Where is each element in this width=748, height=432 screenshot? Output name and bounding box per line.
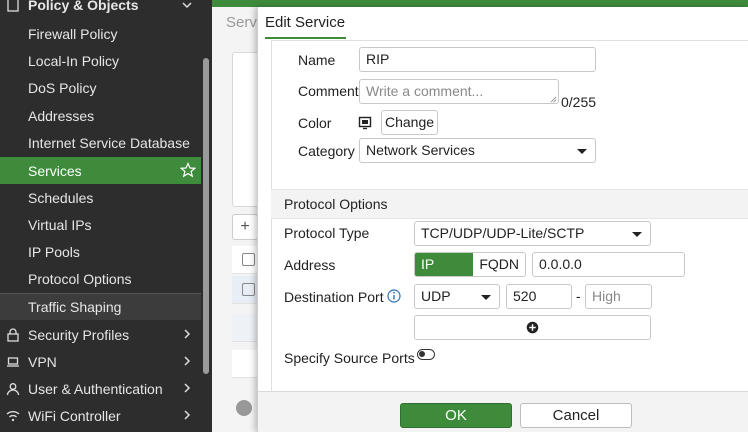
chevron-down-icon (481, 295, 491, 300)
add-port-range-button[interactable] (414, 315, 651, 340)
sidebar-item-local-in-policy[interactable]: Local-In Policy (0, 47, 201, 74)
logo-icon (236, 400, 252, 416)
chevron-down-icon (632, 232, 642, 237)
sidebar-item-protocol-options[interactable]: Protocol Options (0, 265, 201, 292)
sidebar-item-label: Internet Service Database (28, 134, 190, 151)
sidebar-section-label: VPN (28, 353, 57, 370)
comments-label: Comments (298, 83, 366, 99)
wifi-icon (6, 411, 20, 422)
color-label: Color (298, 115, 332, 131)
user-icon (6, 383, 20, 396)
category-selected-value: Network Services (366, 142, 475, 158)
protocol-type-select[interactable]: TCP/UDP/UDP-Lite/SCTP (414, 221, 651, 246)
sidebar: Policy & Objects Firewall Policy Local-I… (0, 0, 212, 432)
dialog-title: Edit Service (265, 14, 346, 31)
chevron-right-icon (184, 329, 191, 339)
destination-protocol-selected-value: UDP (421, 288, 451, 304)
edit-service-dialog: Edit Service Name RIP Comments Write a c… (257, 7, 748, 432)
plus-circle-icon (526, 321, 539, 334)
sidebar-section-vpn[interactable]: VPN (0, 348, 201, 375)
info-icon[interactable] (387, 289, 401, 303)
destination-port-high-input[interactable]: High (585, 284, 652, 309)
sidebar-item-label: DoS Policy (28, 79, 97, 96)
laptop-icon (7, 357, 19, 367)
name-label: Name (298, 52, 336, 68)
sidebar-item-ip-pools[interactable]: IP Pools (0, 238, 201, 265)
comments-textarea[interactable]: Write a comment... (359, 79, 559, 104)
lock-icon (7, 328, 19, 342)
color-swatch-icon (358, 116, 372, 130)
address-mode-toggle[interactable]: IP Range FQDN (414, 252, 526, 277)
port-range-separator: - (576, 288, 581, 304)
chevron-up-icon (182, 2, 192, 9)
sidebar-item-traffic-shaping[interactable]: Traffic Shaping (0, 293, 201, 320)
address-label: Address (284, 257, 336, 273)
category-label: Category (298, 143, 355, 159)
toggle-knob (419, 351, 425, 357)
name-input[interactable]: RIP (359, 47, 596, 72)
sidebar-section-label: Policy & Objects (28, 0, 139, 13)
sidebar-section-security-profiles[interactable]: Security Profiles (0, 321, 201, 348)
sidebar-section-label: WiFi Controller (28, 407, 121, 424)
address-mode-fqdn[interactable]: FQDN (473, 253, 525, 276)
protocol-type-label: Protocol Type (284, 225, 370, 241)
sidebar-item-label: Firewall Policy (28, 25, 118, 42)
color-change-button[interactable]: Change (381, 110, 438, 135)
sidebar-item-label: Addresses (28, 107, 95, 124)
sidebar-item-label: Schedules (28, 189, 94, 206)
specify-source-ports-toggle[interactable] (417, 349, 435, 360)
sidebar-item-label: Traffic Shaping (28, 299, 122, 315)
sidebar-item-label: Services (28, 162, 82, 179)
sidebar-item-dos-policy[interactable]: DoS Policy (0, 74, 201, 101)
sidebar-scrollbar[interactable] (203, 58, 209, 374)
chevron-right-icon (184, 356, 191, 366)
sidebar-item-label: IP Pools (28, 243, 80, 260)
cancel-button[interactable]: Cancel (520, 403, 632, 428)
sidebar-item-services[interactable]: Services (0, 157, 201, 184)
sidebar-item-internet-service-database[interactable]: Internet Service Database (0, 129, 201, 156)
sidebar-item-addresses[interactable]: Addresses (0, 102, 201, 129)
sidebar-item-schedules[interactable]: Schedules (0, 184, 201, 211)
sidebar-item-firewall-policy[interactable]: Firewall Policy (0, 20, 201, 47)
address-input[interactable]: 0.0.0.0 (532, 252, 685, 277)
section-title: Protocol Options (284, 196, 388, 212)
destination-protocol-select[interactable]: UDP (414, 284, 500, 309)
row-checkbox[interactable] (242, 253, 255, 266)
sidebar-section-wifi-controller[interactable]: WiFi Controller (0, 402, 201, 429)
top-accent-bar (212, 0, 748, 7)
sidebar-section-policy-objects[interactable]: Policy & Objects (0, 0, 201, 16)
sidebar-section-label: Security Profiles (28, 326, 130, 343)
dialog-footer: OK Cancel (258, 391, 748, 432)
comments-counter: 0/255 (561, 94, 597, 110)
protocol-options-section-header: Protocol Options (271, 189, 748, 219)
document-icon (7, 0, 19, 12)
sidebar-item-label: Local-In Policy (28, 52, 120, 69)
chevron-down-icon (577, 149, 587, 154)
title-underline (265, 37, 346, 39)
sidebar-section-label: User & Authentication (28, 380, 163, 397)
sidebar-item-label: Virtual IPs (28, 216, 92, 233)
sidebar-item-virtual-ips[interactable]: Virtual IPs (0, 211, 201, 238)
destination-port-low-input[interactable]: 520 (506, 284, 572, 309)
background-tab-label: Servi (226, 14, 261, 31)
star-icon[interactable] (180, 162, 196, 178)
sidebar-section-user-authentication[interactable]: User & Authentication (0, 375, 201, 402)
row-checkbox[interactable] (242, 283, 255, 296)
chevron-right-icon (184, 383, 191, 393)
resize-handle-icon[interactable] (550, 96, 557, 103)
chevron-right-icon (184, 410, 191, 420)
category-select[interactable]: Network Services (359, 138, 596, 163)
destination-port-label: Destination Port (284, 289, 384, 305)
protocol-type-selected-value: TCP/UDP/UDP-Lite/SCTP (421, 225, 585, 241)
sidebar-item-label: Protocol Options (28, 270, 132, 287)
create-new-button[interactable]: + (232, 214, 258, 240)
ok-button[interactable]: OK (400, 403, 512, 428)
address-mode-iprange[interactable]: IP Range (415, 253, 474, 276)
specify-source-ports-label: Specify Source Ports (284, 350, 415, 366)
